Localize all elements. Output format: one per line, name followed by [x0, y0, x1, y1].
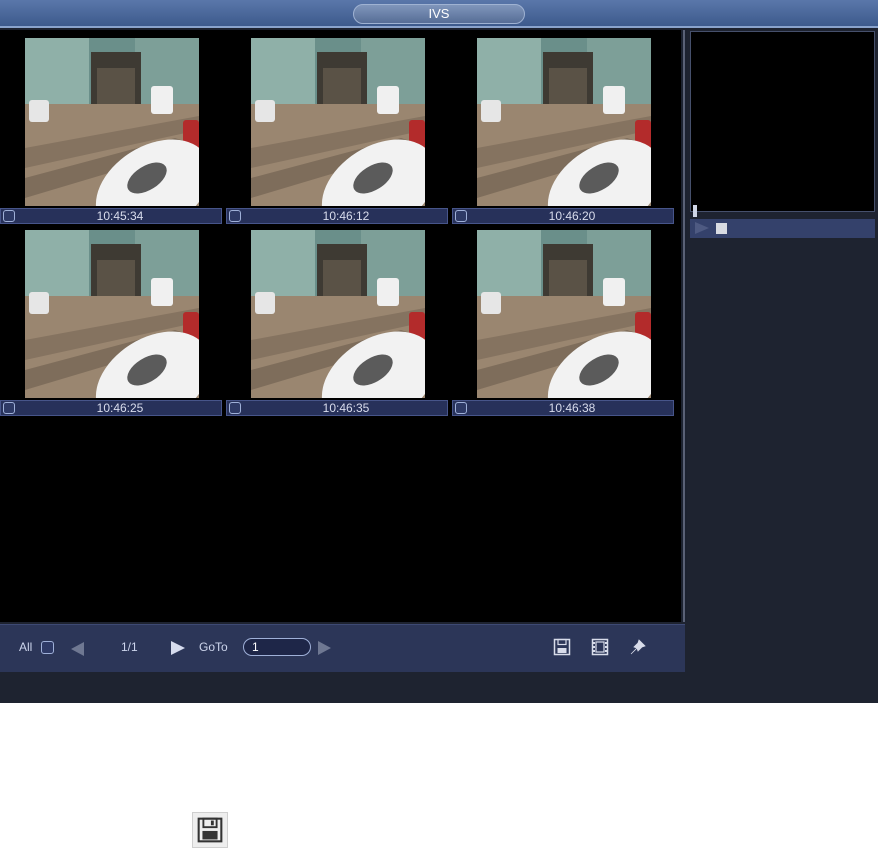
snapshot-checkbox[interactable]	[3, 402, 15, 414]
window-title: IVS	[353, 4, 525, 24]
snapshot-thumbnail[interactable]	[251, 38, 425, 206]
goto-label: GoTo	[199, 640, 228, 654]
snapshot-caption: 10:46:35	[226, 400, 448, 416]
snapshot-checkbox[interactable]	[455, 210, 467, 222]
snapshot-cell[interactable]: 10:46:12	[226, 30, 448, 224]
goto-page-input[interactable]: 1	[243, 638, 311, 656]
preview-window	[690, 31, 875, 212]
progress-handle[interactable]	[693, 205, 697, 217]
snapshot-thumbnail[interactable]	[477, 230, 651, 398]
snapshot-time: 10:45:34	[96, 209, 144, 223]
snapshot-checkbox[interactable]	[229, 210, 241, 222]
snapshot-cell[interactable]: 10:46:20	[452, 30, 674, 224]
ivs-window: IVS 10:45:34 10:46:12 10:46:20 10:46:25 …	[0, 0, 878, 703]
snapshot-checkbox[interactable]	[3, 210, 15, 222]
snapshot-cell[interactable]: 10:46:25	[0, 222, 222, 416]
snapshot-caption: 10:46:25	[0, 400, 222, 416]
snapshot-thumbnail[interactable]	[251, 230, 425, 398]
bottom-toolbar: All 1/1 GoTo 1	[0, 624, 685, 672]
snapshot-checkbox[interactable]	[229, 402, 241, 414]
snapshot-cell[interactable]: 10:46:35	[226, 222, 448, 416]
previous-page-icon[interactable]	[71, 642, 84, 656]
snapshot-time: 10:46:20	[548, 209, 596, 223]
snapshot-cell[interactable]: 10:45:34	[0, 30, 222, 224]
select-all-label: All	[19, 640, 33, 654]
select-all-checkbox[interactable]	[41, 641, 54, 654]
video-backup-icon[interactable]	[591, 638, 609, 656]
play-icon[interactable]	[695, 222, 709, 234]
snapshot-time: 10:46:12	[322, 209, 370, 223]
snapshot-checkbox[interactable]	[455, 402, 467, 414]
next-page-icon[interactable]	[171, 641, 185, 655]
save-icon	[192, 812, 228, 848]
snapshot-grid: 10:45:34 10:46:12 10:46:20 10:46:25 10:4…	[0, 30, 681, 622]
snapshot-thumbnail[interactable]	[25, 38, 199, 206]
snapshot-time: 10:46:38	[548, 401, 596, 415]
panel-divider	[681, 30, 687, 622]
save-icon[interactable]	[553, 638, 571, 656]
snapshot-time: 10:46:25	[96, 401, 144, 415]
stop-icon[interactable]	[716, 223, 727, 234]
snapshot-thumbnail[interactable]	[477, 38, 651, 206]
snapshot-time: 10:46:35	[322, 401, 370, 415]
snapshot-thumbnail[interactable]	[25, 230, 199, 398]
playback-controls	[690, 219, 875, 238]
snapshot-cell[interactable]: 10:46:38	[452, 222, 674, 416]
lock-pin-icon[interactable]	[629, 638, 647, 656]
page-indicator: 1/1	[121, 640, 138, 654]
title-bar: IVS	[0, 0, 878, 28]
goto-arrow-icon[interactable]	[318, 641, 331, 655]
snapshot-caption: 10:46:38	[452, 400, 674, 416]
